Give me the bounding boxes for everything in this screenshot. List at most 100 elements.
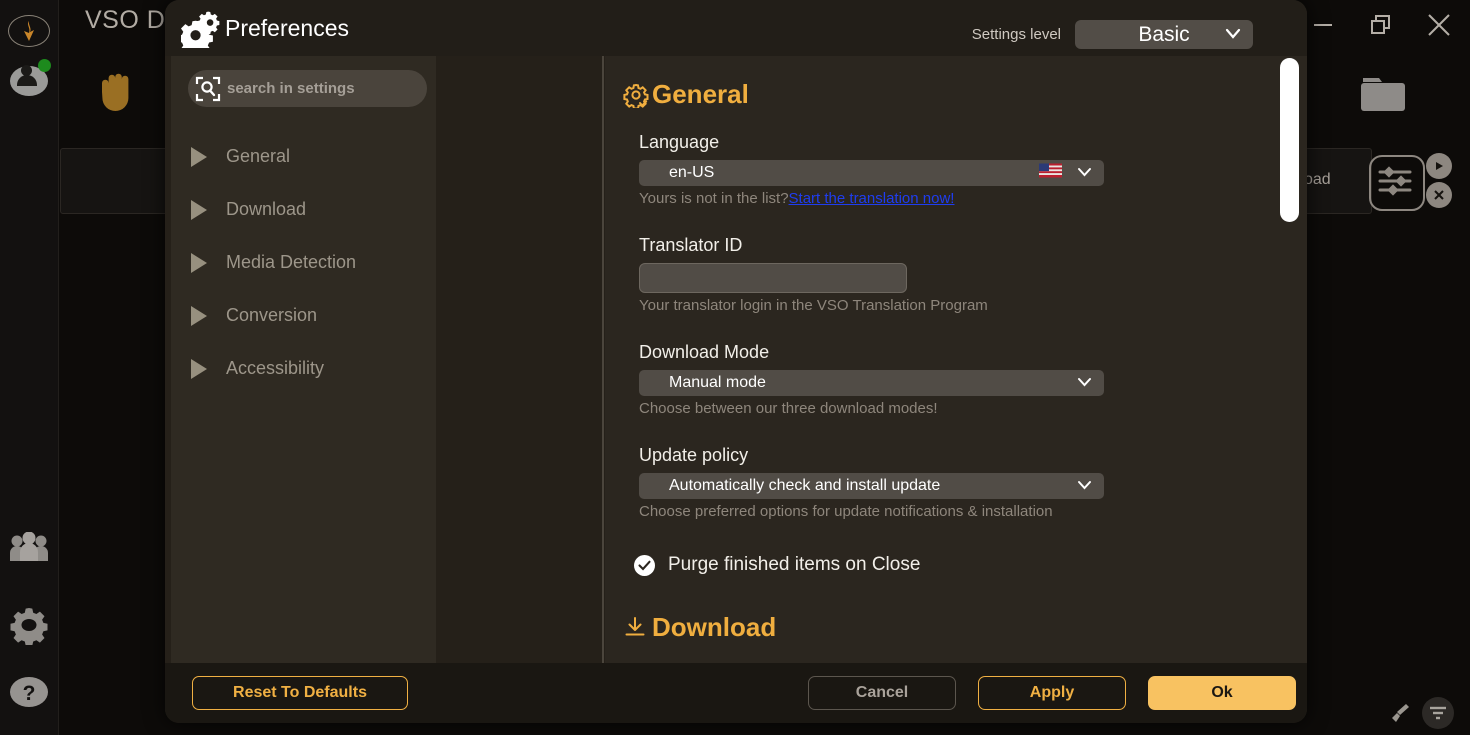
people-glyph [10, 532, 48, 561]
close-icon [1428, 14, 1450, 36]
purge-checkbox[interactable] [634, 554, 655, 576]
language-label: Language [639, 132, 720, 152]
us-flag-glyph [1039, 163, 1062, 178]
user-avatar[interactable] [8, 59, 51, 102]
sidebar-item-conversion[interactable]: Conversion [171, 289, 436, 342]
chevron-right-icon [191, 146, 207, 167]
section-title-general: General [652, 79, 749, 109]
download-mode-label: Download Mode [639, 342, 770, 362]
update-policy-label: Update policy [639, 445, 749, 465]
restore-button[interactable] [1360, 6, 1402, 44]
chevron-right-icon [191, 358, 207, 379]
download-arrow-icon [623, 615, 649, 641]
sidebar-item-label: Conversion [226, 305, 318, 325]
sidebar-item-general[interactable]: General [171, 130, 436, 183]
dialog-footer: Reset To Defaults Cancel Apply Ok [165, 663, 1307, 723]
us-flag-icon [1039, 163, 1062, 183]
settings-level-group: Settings level Basic [972, 20, 1253, 49]
purge-checkbox-label: Purge finished items on Close [668, 554, 921, 575]
field-update-policy: Update policy Automatically check and in… [639, 445, 1307, 520]
status-bar-icons [1384, 697, 1454, 729]
broom-glyph [1392, 704, 1409, 722]
update-policy-select[interactable]: Automatically check and install update [639, 473, 1104, 499]
community-icon[interactable] [8, 526, 50, 568]
sliders-icon [1378, 166, 1412, 196]
hand-icon[interactable] [90, 68, 142, 120]
chevron-right-icon [191, 305, 207, 326]
download-glyph [625, 616, 645, 635]
preferences-dialog: Preferences Settings level Basic search … [165, 0, 1307, 723]
chevron-down-icon [1225, 26, 1241, 44]
download-mode-hint: Choose between our three download modes! [639, 400, 938, 417]
question-mark-glyph: ? [10, 677, 48, 707]
screen: ? VSO DO Preferences Settings level Basi… [0, 0, 1470, 735]
minimize-button[interactable] [1302, 6, 1344, 44]
app-logo-icon[interactable] [8, 10, 50, 52]
gear-check-glyph [623, 83, 649, 109]
double-gear-glyph [178, 11, 220, 56]
close-button[interactable] [1418, 6, 1460, 44]
cancel-button[interactable]: Cancel [808, 676, 956, 710]
translator-id-hint: Your translator login in the VSO Transla… [639, 297, 988, 314]
translation-link[interactable]: Start the translation now! [789, 190, 955, 207]
language-select[interactable]: en-US [639, 160, 1104, 186]
hand-glyph [102, 73, 129, 111]
search-input[interactable]: search in settings [188, 70, 427, 107]
settings-gear-icon[interactable] [8, 604, 50, 646]
dialog-sidebar: search in settings General Download Medi… [171, 56, 436, 663]
sidebar-item-download[interactable]: Download [171, 183, 436, 236]
dialog-header: Preferences Settings level Basic [165, 0, 1307, 56]
sidebar-content-divider [602, 56, 604, 663]
list-item-play-button[interactable] [1426, 153, 1452, 179]
list-item-cancel-button[interactable] [1426, 182, 1452, 208]
folder-icon[interactable] [1357, 72, 1409, 118]
apply-button[interactable]: Apply [978, 676, 1126, 710]
chevron-down-icon [1077, 477, 1092, 495]
search-icon [195, 76, 221, 102]
sidebar-item-label: Accessibility [226, 358, 325, 378]
download-mode-value: Manual mode [669, 374, 766, 391]
sidebar-item-label: Media Detection [226, 252, 357, 272]
purge-checkbox-row[interactable]: Purge finished items on Close [634, 554, 1307, 576]
download-mode-select[interactable]: Manual mode [639, 370, 1104, 396]
search-glyph [195, 76, 221, 101]
minimize-icon [1314, 24, 1332, 26]
list-item-settings-button[interactable] [1369, 155, 1425, 211]
chevron-right-icon [191, 252, 207, 273]
field-translator-id: Translator ID Your translator login in t… [639, 235, 1307, 314]
search-placeholder: search in settings [227, 80, 355, 97]
window-controls [1302, 6, 1460, 44]
gear-glyph [10, 608, 48, 645]
reset-to-defaults-button[interactable]: Reset To Defaults [192, 676, 408, 710]
section-title-download: Download [652, 612, 777, 642]
broom-icon[interactable] [1384, 697, 1416, 729]
scrollbar-thumb[interactable] [1280, 58, 1299, 222]
settings-level-select[interactable]: Basic [1075, 20, 1253, 49]
sidebar-item-label: Download [226, 199, 307, 219]
preferences-gear-icon [178, 8, 221, 56]
settings-level-label: Settings level [971, 26, 1061, 43]
section-heading-general: General [623, 79, 1307, 110]
translator-id-input[interactable] [639, 263, 907, 293]
field-download-mode: Download Mode Manual mode Choose between… [639, 342, 1307, 417]
content-scrollbar[interactable] [1280, 58, 1299, 661]
sidebar-item-label: General [226, 146, 291, 166]
settings-nav-list: General Download Media Detection Convers… [171, 130, 436, 395]
restore-icon [1371, 15, 1390, 34]
sidebar-item-accessibility[interactable]: Accessibility [171, 342, 436, 395]
cross-icon [1434, 190, 1444, 200]
filter-icon[interactable] [1422, 697, 1454, 729]
svg-text:?: ? [23, 682, 36, 705]
field-language: Language en-US Yours is not in the list?… [639, 132, 1307, 207]
chevron-down-icon [1077, 374, 1092, 392]
filter-glyph [1430, 706, 1446, 720]
language-hint-text: Yours is not in the list? [639, 190, 789, 207]
logo-arrow-glyph [24, 21, 34, 41]
help-icon[interactable]: ? [8, 671, 50, 713]
translator-id-label: Translator ID [639, 235, 743, 255]
online-status-dot [38, 59, 51, 72]
sidebar-item-media-detection[interactable]: Media Detection [171, 236, 436, 289]
language-hint: Yours is not in the list?Start the trans… [639, 190, 1307, 207]
app-left-rail: ? [0, 0, 59, 735]
ok-button[interactable]: Ok [1148, 676, 1296, 710]
